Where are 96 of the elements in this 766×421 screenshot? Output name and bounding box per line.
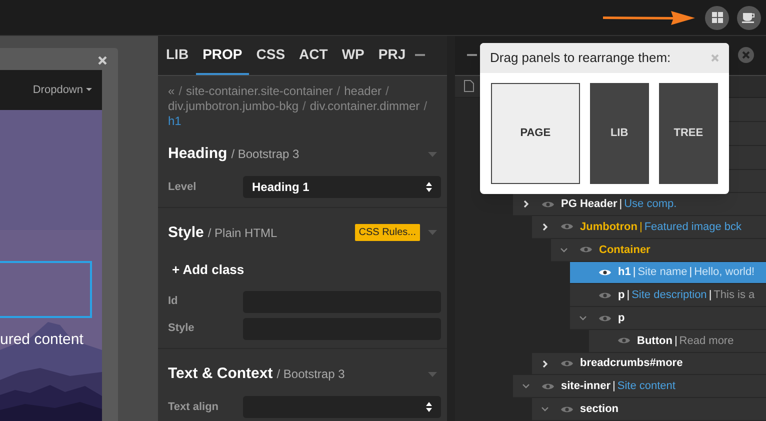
chevron-right-icon[interactable] — [522, 200, 530, 208]
layer-row[interactable]: p — [570, 307, 766, 330]
section-title: Style — [168, 222, 204, 242]
collapse-icon[interactable] — [428, 152, 437, 157]
node-separator: | — [612, 379, 616, 394]
breadcrumb-separator: / — [386, 84, 389, 99]
cup-icon — [742, 12, 756, 23]
layer-row[interactable]: site-inner | Site content — [513, 375, 766, 398]
select-field[interactable] — [243, 396, 441, 418]
section-subtitle: / Bootstrap 3 — [231, 146, 300, 164]
node-separator: | — [689, 265, 692, 280]
node-note: Hello, world! — [694, 265, 755, 280]
hero-text: ured content — [0, 330, 84, 350]
breadcrumb-link[interactable]: div.jumbotron.jumbo-bkg — [168, 99, 299, 114]
node-label: Site name — [638, 265, 688, 280]
chevron-down-icon[interactable] — [522, 382, 530, 390]
node-name: p — [618, 310, 625, 326]
breadcrumb-link[interactable]: « — [168, 84, 175, 99]
close-icon[interactable] — [738, 47, 754, 64]
node-name: section — [580, 402, 619, 417]
chevron-right-icon[interactable] — [541, 360, 549, 368]
arrow-icon — [603, 10, 695, 26]
node-separator: | — [626, 288, 630, 304]
field-label: Style — [168, 321, 196, 336]
panel-tab[interactable]: PRJ — [371, 35, 413, 75]
breadcrumb-link[interactable]: div.container.dimmer — [310, 99, 420, 114]
node-name: breadcrumbs#more — [580, 356, 683, 372]
panel-tab[interactable]: PROP — [196, 35, 250, 75]
node-label: Site description — [632, 288, 707, 304]
chevron-down-icon[interactable] — [560, 246, 568, 254]
caret-icon — [86, 88, 92, 92]
section-subtitle: / Plain HTML — [208, 224, 278, 242]
node-name: Container — [599, 242, 650, 258]
section-title: Text & Context — [168, 364, 273, 384]
section-subtitle: / Bootstrap 3 — [276, 366, 345, 384]
node-name: Jumbotron — [580, 220, 638, 235]
layer-row[interactable]: section — [532, 398, 766, 421]
panel-tab[interactable]: LIB — [159, 35, 196, 75]
field-label: Id — [168, 294, 179, 310]
file-icon[interactable] — [464, 80, 474, 92]
panel-tab[interactable]: ACT — [292, 35, 335, 75]
panel-tab[interactable]: WP — [334, 35, 372, 75]
collapse-icon[interactable] — [428, 372, 437, 377]
minimize-icon[interactable] — [467, 54, 477, 56]
breadcrumb-separator: / — [302, 99, 306, 114]
node-name: p — [618, 288, 625, 304]
node-name: PG Header — [561, 196, 618, 212]
breadcrumb-separator: / — [178, 84, 182, 99]
layer-row[interactable]: PG Header | Use comp. — [513, 193, 766, 216]
nav-dropdown[interactable]: Dropdown — [32, 82, 92, 98]
updown-icon — [426, 402, 432, 412]
add-class-button[interactable]: + Add class — [172, 260, 244, 280]
layout-button[interactable] — [705, 6, 729, 30]
node-note: Read more — [679, 334, 734, 349]
panel-tile[interactable]: TREE — [658, 83, 718, 184]
layer-row[interactable]: Button | Read more — [589, 330, 766, 353]
node-separator: | — [674, 334, 678, 349]
breadcrumb-link[interactable]: header — [344, 84, 382, 99]
node-separator: | — [639, 220, 642, 235]
node-separator: | — [708, 288, 712, 304]
node-name: Button — [637, 334, 672, 349]
breadcrumb-separator: / — [424, 99, 428, 114]
node-label: Featured image bck — [644, 220, 742, 235]
layer-row[interactable]: Jumbotron | Featured image bck — [532, 216, 766, 239]
field-label: Level — [168, 180, 198, 195]
panel-tile[interactable]: PAGE — [491, 83, 580, 184]
chevron-down-icon[interactable] — [541, 405, 549, 414]
breadcrumb-link[interactable]: h1 — [168, 114, 182, 129]
popover-title: Drag panels to rearrange them: — [490, 49, 671, 68]
panel-tile[interactable]: LIB — [590, 83, 649, 184]
select-field[interactable]: Heading 1 — [243, 176, 441, 198]
cup-button[interactable] — [737, 6, 761, 30]
breadcrumb-link[interactable]: site-container.site-container — [186, 84, 333, 99]
css-rules-badge[interactable]: CSS Rules... — [354, 224, 420, 242]
node-name: h1 — [618, 265, 631, 280]
collapse-icon[interactable] — [428, 230, 437, 236]
layer-row[interactable]: Container — [551, 238, 766, 262]
node-label: Site content — [617, 379, 676, 394]
layer-row[interactable]: breadcrumbs#more — [532, 352, 766, 376]
chevron-down-icon[interactable] — [579, 314, 587, 322]
grid-icon — [712, 12, 722, 23]
chevron-right-icon[interactable] — [541, 222, 549, 231]
node-note: This is a — [714, 288, 755, 304]
section-title: Heading — [168, 144, 228, 164]
field-label: Text align — [168, 400, 220, 415]
node-name: site-inner — [561, 379, 611, 394]
node-separator: | — [619, 196, 622, 212]
layer-row[interactable]: p | Site description | This is a — [570, 284, 766, 308]
node-label: Use comp. — [624, 196, 677, 212]
breadcrumb-separator: / — [336, 84, 340, 99]
eye-icon[interactable] — [598, 268, 612, 278]
minimize-icon[interactable] — [414, 54, 425, 56]
panel-tab[interactable]: CSS — [249, 35, 292, 75]
close-icon[interactable] — [98, 56, 107, 65]
node-separator: | — [632, 265, 636, 280]
updown-icon — [426, 182, 432, 192]
